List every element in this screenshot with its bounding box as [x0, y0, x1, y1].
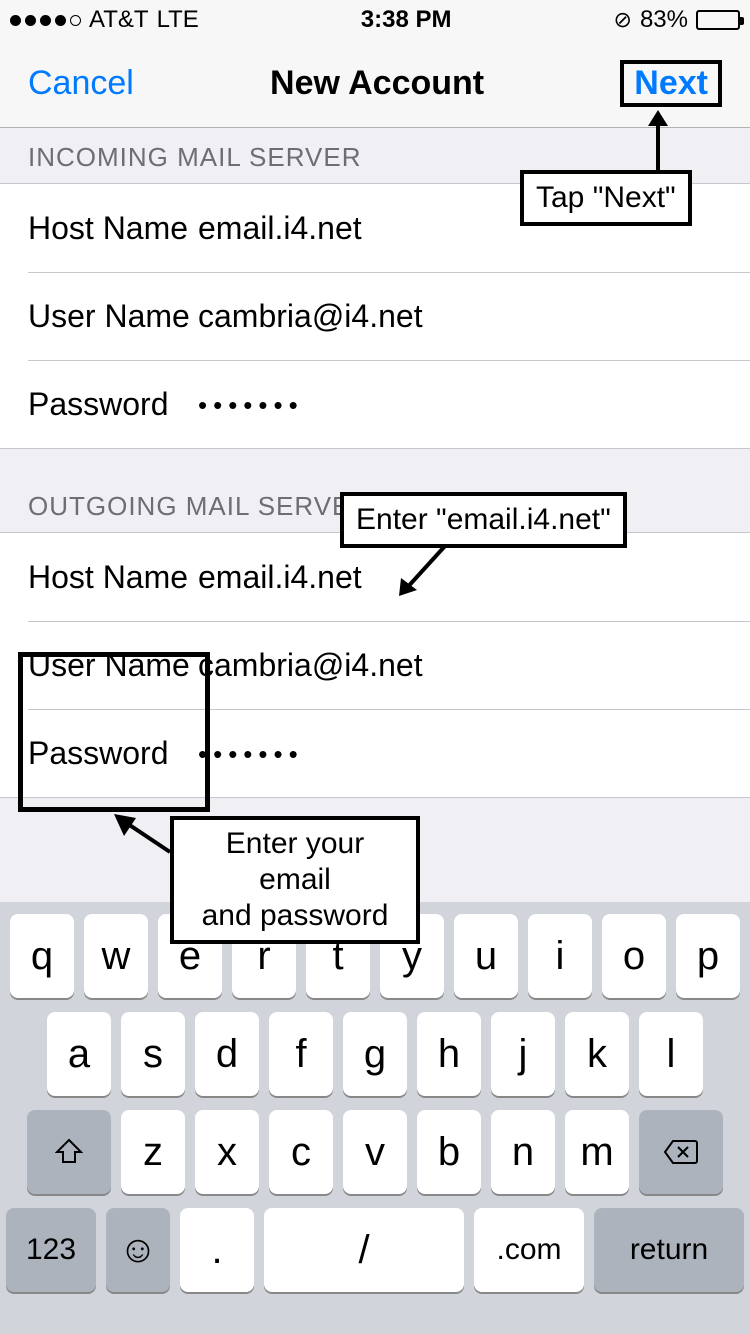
key-i[interactable]: i [528, 914, 592, 998]
battery-percent-label: 83% [640, 6, 688, 34]
key-c[interactable]: c [269, 1110, 333, 1194]
key-dotcom[interactable]: .com [474, 1208, 584, 1292]
annotation-arrow-host-icon [395, 540, 455, 600]
key-period[interactable]: . [180, 1208, 254, 1292]
battery-icon [696, 10, 740, 30]
key-k[interactable]: k [565, 1012, 629, 1096]
shift-icon [55, 1138, 83, 1166]
key-return[interactable]: return [594, 1208, 744, 1292]
annotation-enter-credentials: Enter your email and password [170, 816, 420, 944]
key-f[interactable]: f [269, 1012, 333, 1096]
key-u[interactable]: u [454, 914, 518, 998]
key-n[interactable]: n [491, 1110, 555, 1194]
key-shift[interactable] [27, 1110, 111, 1194]
incoming-password-input[interactable]: ••••••• [198, 392, 750, 418]
orientation-lock-icon: ⊘ [614, 7, 632, 33]
key-emoji[interactable]: ☺ [106, 1208, 170, 1292]
key-numbers[interactable]: 123 [6, 1208, 96, 1292]
key-p[interactable]: p [676, 914, 740, 998]
incoming-user-label: User Name [28, 298, 198, 335]
key-h[interactable]: h [417, 1012, 481, 1096]
keyboard-row-2: a s d f g h j k l [6, 1012, 744, 1096]
status-left: AT&T LTE [10, 6, 199, 34]
key-b[interactable]: b [417, 1110, 481, 1194]
key-m[interactable]: m [565, 1110, 629, 1194]
key-w[interactable]: w [84, 914, 148, 998]
annotation-enter-host: Enter "email.i4.net" [340, 492, 627, 548]
backspace-icon [663, 1139, 699, 1165]
key-v[interactable]: v [343, 1110, 407, 1194]
incoming-host-label: Host Name [28, 210, 198, 247]
next-button-highlight-box: Next [620, 60, 722, 107]
next-button[interactable]: Next [634, 64, 708, 102]
key-s[interactable]: s [121, 1012, 185, 1096]
key-d[interactable]: d [195, 1012, 259, 1096]
annotation-enter-credentials-line1: Enter your email [226, 827, 364, 896]
key-q[interactable]: q [10, 914, 74, 998]
key-g[interactable]: g [343, 1012, 407, 1096]
key-x[interactable]: x [195, 1110, 259, 1194]
page-title: New Account [270, 64, 484, 103]
outgoing-host-input[interactable]: email.i4.net [198, 559, 750, 596]
incoming-password-label: Password [28, 386, 198, 423]
incoming-user-input[interactable]: cambria@i4.net [198, 298, 750, 335]
key-slash[interactable]: / [264, 1208, 464, 1292]
status-right: ⊘ 83% [614, 6, 740, 34]
annotation-arrow-credentials-icon [110, 812, 180, 862]
annotation-enter-credentials-line2: and password [202, 899, 389, 932]
outgoing-password-label: Password [28, 735, 198, 772]
key-a[interactable]: a [47, 1012, 111, 1096]
key-l[interactable]: l [639, 1012, 703, 1096]
key-o[interactable]: o [602, 914, 666, 998]
outgoing-user-label: User Name [28, 647, 198, 684]
outgoing-section-header: OUTGOING MAIL SERVER [28, 491, 370, 522]
outgoing-password-row[interactable]: Password ••••••• [28, 709, 750, 797]
annotation-tap-next: Tap "Next" [520, 170, 692, 226]
outgoing-host-label: Host Name [28, 559, 198, 596]
software-keyboard: q w e r t y u i o p a s d f g h j k l z … [0, 902, 750, 1334]
outgoing-user-row[interactable]: User Name cambria@i4.net [28, 621, 750, 709]
key-backspace[interactable] [639, 1110, 723, 1194]
annotation-arrow-next-icon [638, 110, 678, 174]
cancel-button[interactable]: Cancel [28, 64, 134, 103]
keyboard-row-4: 123 ☺ . / .com return [6, 1208, 744, 1292]
emoji-icon: ☺ [119, 1229, 158, 1272]
carrier-label: AT&T [89, 6, 149, 34]
signal-strength-icon [10, 15, 81, 26]
clock-label: 3:38 PM [361, 6, 452, 34]
network-label: LTE [157, 6, 199, 34]
outgoing-password-input[interactable]: ••••••• [198, 741, 750, 767]
outgoing-group: Host Name email.i4.net User Name cambria… [0, 532, 750, 798]
key-j[interactable]: j [491, 1012, 555, 1096]
key-z[interactable]: z [121, 1110, 185, 1194]
status-bar: AT&T LTE 3:38 PM ⊘ 83% [0, 0, 750, 40]
outgoing-user-input[interactable]: cambria@i4.net [198, 647, 750, 684]
keyboard-row-3: z x c v b n m [6, 1110, 744, 1194]
incoming-password-row[interactable]: Password ••••••• [28, 360, 750, 448]
incoming-user-row[interactable]: User Name cambria@i4.net [28, 272, 750, 360]
